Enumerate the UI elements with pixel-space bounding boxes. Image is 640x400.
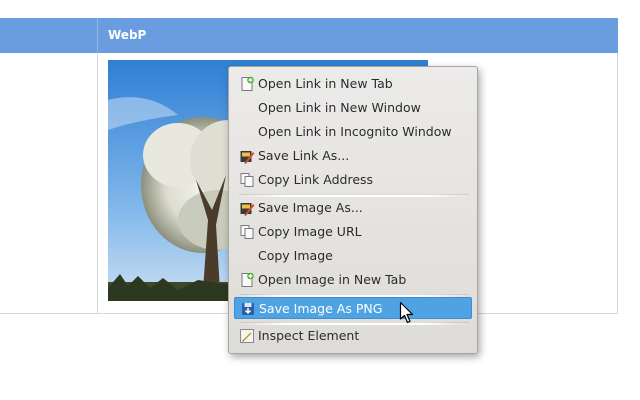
menu-item-open-link-incognito[interactable]: Open Link in Incognito Window (234, 121, 472, 143)
menu-item-open-link-new-tab[interactable]: Open Link in New Tab (234, 73, 472, 95)
copy-icon (239, 172, 255, 188)
menu-item-label: Save Image As PNG (259, 301, 383, 316)
menu-item-label: Open Image in New Tab (258, 272, 407, 287)
table-header: WebP (0, 18, 618, 53)
context-menu: Open Link in New Tab Open Link in New Wi… (228, 66, 478, 354)
menu-item-save-link-as[interactable]: Save Link As... (234, 145, 472, 167)
menu-item-label: Copy Image URL (258, 224, 362, 239)
menu-item-label: Open Link in Incognito Window (258, 124, 452, 139)
menu-item-save-image-as[interactable]: Save Image As... (234, 197, 472, 219)
menu-item-save-image-as-png[interactable]: Save Image As PNG (234, 297, 472, 319)
menu-item-open-image-new-tab[interactable]: Open Image in New Tab (234, 269, 472, 291)
menu-item-label: Save Image As... (258, 200, 363, 215)
save-as-icon (239, 200, 255, 216)
mouse-pointer-icon (399, 301, 414, 324)
column-header-webp: WebP (108, 28, 147, 42)
menu-item-copy-image[interactable]: Copy Image (234, 245, 472, 267)
page-add-icon (239, 272, 255, 288)
menu-item-open-link-new-window[interactable]: Open Link in New Window (234, 97, 472, 119)
menu-item-label: Save Link As... (258, 148, 350, 163)
menu-item-copy-link-address[interactable]: Copy Link Address (234, 169, 472, 191)
menu-item-label: Copy Image (258, 248, 333, 263)
inspect-icon (239, 328, 255, 344)
save-png-icon (240, 301, 256, 317)
menu-item-label: Open Link in New Window (258, 100, 421, 115)
copy-icon (239, 224, 255, 240)
menu-item-label: Inspect Element (258, 328, 360, 343)
page-add-icon (239, 76, 255, 92)
cell-divider (97, 53, 98, 314)
menu-item-inspect-element[interactable]: Inspect Element (234, 325, 472, 347)
menu-item-copy-image-url[interactable]: Copy Image URL (234, 221, 472, 243)
header-divider (97, 18, 98, 53)
menu-item-label: Open Link in New Tab (258, 76, 393, 91)
save-as-icon (239, 148, 255, 164)
menu-item-label: Copy Link Address (258, 172, 374, 187)
